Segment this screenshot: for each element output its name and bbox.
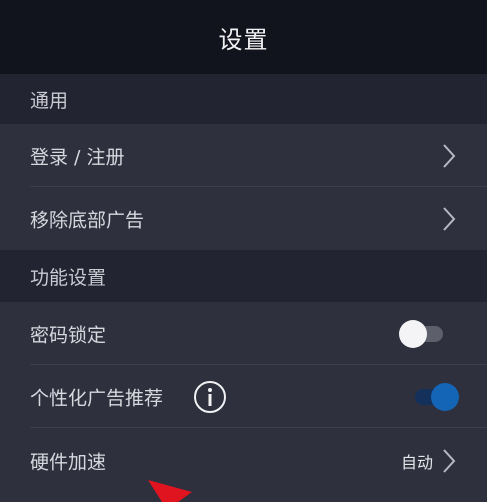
settings-screen: 设置 通用 登录 / 注册 移除底部广告 功能设置 密码锁定 个性化广告推荐 硬… bbox=[0, 0, 487, 502]
chevron-right-icon bbox=[443, 449, 456, 473]
top-bar: 设置 bbox=[0, 0, 487, 74]
toggle-knob bbox=[431, 382, 459, 411]
hardware-acceleration-label: 硬件加速 bbox=[30, 451, 107, 474]
chevron-right-icon bbox=[443, 206, 456, 231]
info-icon[interactable] bbox=[193, 380, 227, 414]
personalized-ads-label: 个性化广告推荐 bbox=[30, 387, 164, 409]
hardware-acceleration-value: 自动 bbox=[400, 453, 433, 472]
remove-bottom-ads-label: 移除底部广告 bbox=[30, 209, 145, 231]
password-lock-row: 密码锁定 bbox=[0, 302, 487, 365]
personalized-ads-row: 个性化广告推荐 bbox=[0, 365, 487, 428]
section-header-general: 通用 bbox=[0, 74, 487, 124]
section-header-features: 功能设置 bbox=[0, 250, 487, 302]
password-lock-toggle[interactable] bbox=[399, 319, 445, 348]
hardware-acceleration-row[interactable]: 硬件加速 自动 bbox=[0, 428, 487, 494]
login-register-row[interactable]: 登录 / 注册 bbox=[0, 124, 487, 187]
password-lock-label: 密码锁定 bbox=[30, 324, 107, 346]
chevron-right-icon bbox=[443, 143, 456, 168]
section-title-general: 通用 bbox=[30, 89, 69, 112]
remove-bottom-ads-row[interactable]: 移除底部广告 bbox=[0, 187, 487, 250]
login-register-label: 登录 / 注册 bbox=[30, 146, 125, 168]
page-title: 设置 bbox=[218, 25, 269, 54]
personalized-ads-toggle[interactable] bbox=[413, 382, 459, 411]
red-arrow-icon bbox=[148, 480, 192, 502]
section-title-features: 功能设置 bbox=[30, 266, 107, 289]
toggle-knob bbox=[399, 319, 427, 348]
